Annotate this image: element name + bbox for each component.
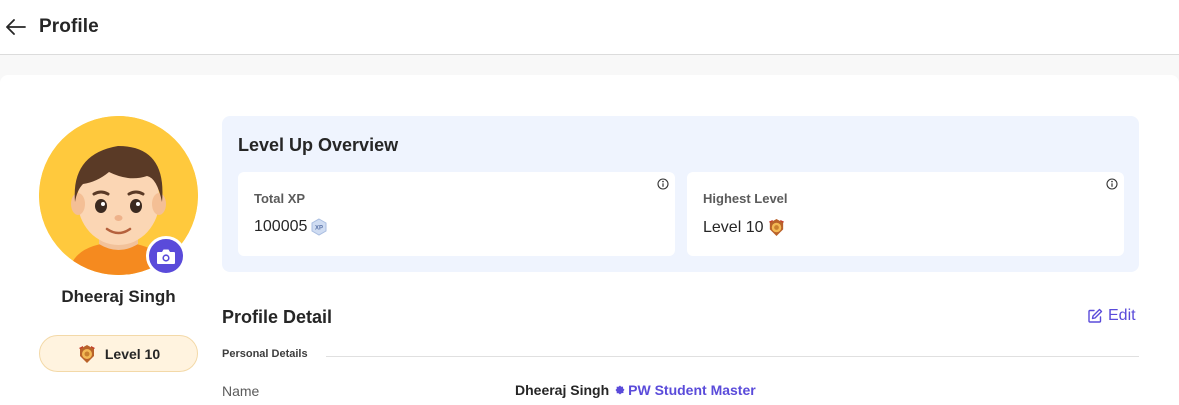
- highest-level-label: Highest Level: [703, 191, 788, 206]
- user-name: Dheeraj Singh: [61, 287, 176, 306]
- student-tag-label: PW Student Master: [628, 382, 756, 398]
- badge-icon: [615, 385, 625, 395]
- field-label-name: Name: [222, 383, 260, 399]
- total-xp-value: 100005: [254, 218, 308, 235]
- total-xp-value-row: 100005 XP: [254, 218, 328, 236]
- info-icon[interactable]: [1106, 178, 1118, 190]
- xp-badge-text: XP: [315, 226, 323, 232]
- section-divider: [326, 356, 1139, 357]
- profile-detail-title: Profile Detail: [222, 307, 333, 327]
- highest-level-value: Level 10: [703, 218, 764, 236]
- total-xp-card: Total XP 100005 XP: [238, 172, 675, 256]
- level-medal-icon: [78, 344, 95, 363]
- section-label: Personal Details: [222, 348, 308, 360]
- top-bar: Profile: [0, 0, 1179, 55]
- edit-icon: [1088, 308, 1103, 323]
- level-up-overview: Level Up Overview Total XP 100005 XP Hig…: [222, 116, 1139, 272]
- total-xp-label: Total XP: [254, 191, 306, 206]
- edit-label: Edit: [1108, 307, 1136, 324]
- highest-level-card: Highest Level Level 10: [687, 172, 1124, 256]
- level-badge[interactable]: Level 10: [39, 335, 198, 372]
- edit-profile-button[interactable]: Edit: [1087, 307, 1136, 325]
- level-label: Level 10: [104, 345, 161, 362]
- field-name-value: Dheeraj Singh: [515, 382, 610, 398]
- arrow-left-icon: [6, 19, 26, 35]
- overview-title: Level Up Overview: [238, 135, 399, 155]
- student-tag: PW Student Master: [615, 382, 756, 398]
- level-medal-icon: [768, 218, 784, 237]
- highest-level-value-row: Level 10: [703, 218, 786, 237]
- camera-icon: [157, 249, 175, 264]
- back-button[interactable]: [4, 14, 28, 40]
- info-icon[interactable]: [657, 178, 669, 190]
- change-photo-button[interactable]: [146, 236, 186, 276]
- xp-badge-icon: XP: [311, 218, 327, 236]
- page-title: Profile: [39, 16, 99, 37]
- profile-card: Dheeraj Singh Level 10 Level Up Overview…: [0, 75, 1179, 405]
- field-value-name: Dheeraj Singh PW Student Master: [515, 382, 756, 398]
